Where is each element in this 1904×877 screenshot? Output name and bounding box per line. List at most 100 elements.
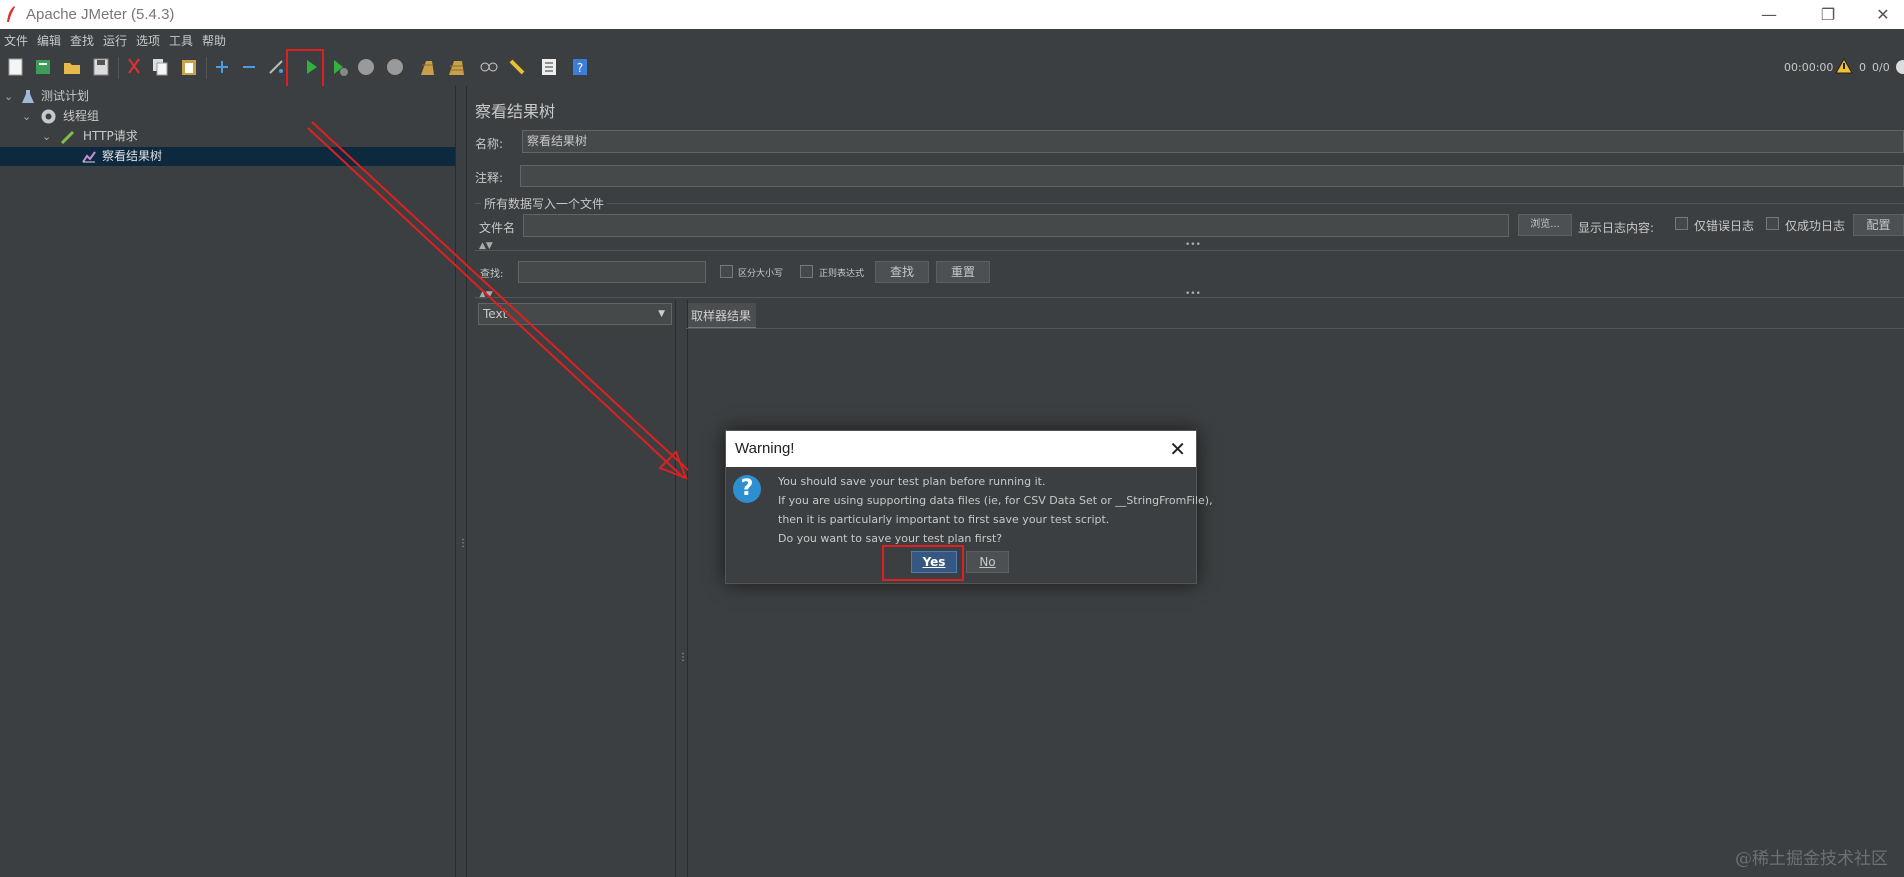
- yes-button-highlight: [882, 545, 964, 581]
- clear-all-icon[interactable]: [447, 57, 465, 77]
- minimize-button[interactable]: —: [1746, 0, 1792, 29]
- file-section-title: 所有数据写入一个文件: [481, 195, 608, 212]
- paste-icon[interactable]: [180, 57, 198, 77]
- divider: [475, 250, 1904, 251]
- watermark: @稀土掘金技术社区: [1735, 849, 1888, 869]
- menu-edit[interactable]: 编辑: [37, 32, 61, 49]
- chevron-down-icon[interactable]: ⌄: [4, 87, 14, 106]
- splitter-grip: ⋮: [458, 538, 468, 549]
- reset-button[interactable]: 重置: [936, 261, 990, 283]
- chevron-down-icon[interactable]: ⌄: [42, 127, 52, 146]
- close-icon[interactable]: ✕: [1169, 437, 1186, 461]
- expand-icon[interactable]: [213, 57, 231, 77]
- toolbar-separator: [118, 57, 119, 79]
- collapse-arrows-icon[interactable]: ▲▼: [479, 290, 493, 300]
- drag-handle-icon[interactable]: •••: [1185, 240, 1201, 250]
- close-window-button[interactable]: ✕: [1860, 0, 1904, 29]
- collapse-icon[interactable]: [240, 57, 258, 77]
- copy-icon[interactable]: [151, 57, 169, 77]
- regex-checkbox[interactable]: [800, 265, 813, 278]
- find-button[interactable]: 查找: [875, 261, 929, 283]
- cut-icon[interactable]: [125, 57, 143, 77]
- templates-icon[interactable]: [34, 57, 52, 77]
- search-label: 查找:: [480, 269, 504, 280]
- warning-count: 0: [1859, 61, 1866, 74]
- dialog-message-line: Do you want to save your test plan first…: [778, 532, 1003, 545]
- test-plan-tree: ⌄ 测试计划 ⌄ 线程组 ⌄ HTTP请求 察看结果树: [0, 86, 455, 877]
- success-only-checkbox[interactable]: [1766, 217, 1779, 230]
- dialog-message-line: If you are using supporting data files (…: [778, 494, 1213, 507]
- help-icon[interactable]: ?: [571, 57, 589, 77]
- svg-text:?: ?: [577, 61, 583, 75]
- elapsed-timer: 00:00:00: [1784, 61, 1834, 74]
- menu-file[interactable]: 文件: [4, 32, 28, 49]
- panel-title: 察看结果树: [475, 102, 556, 121]
- tree-item-test-plan[interactable]: ⌄ 测试计划: [0, 87, 455, 106]
- results-splitter[interactable]: ⋮: [675, 300, 688, 877]
- menu-run[interactable]: 运行: [103, 32, 127, 49]
- filename-label: 文件名: [479, 221, 516, 235]
- log-content-label: 显示日志内容:: [1578, 221, 1655, 235]
- filename-input[interactable]: [523, 214, 1509, 237]
- toolbar-separator: [206, 57, 207, 79]
- configure-button[interactable]: 配置: [1853, 214, 1904, 236]
- toggle-icon[interactable]: [267, 57, 285, 77]
- flask-icon: [22, 90, 34, 103]
- question-icon: ?: [733, 475, 761, 503]
- menu-options[interactable]: 选项: [136, 32, 160, 49]
- regex-label: 正则表达式: [819, 269, 865, 279]
- file-section-border: [475, 203, 1904, 204]
- tree-item-thread-group[interactable]: ⌄ 线程组: [0, 107, 455, 126]
- reset-search-icon[interactable]: [508, 57, 526, 77]
- warning-icon[interactable]: [1835, 58, 1853, 74]
- name-field[interactable]: 察看结果树: [522, 130, 1904, 153]
- no-button[interactable]: No: [966, 551, 1009, 573]
- gear-icon: [41, 109, 56, 124]
- shutdown-icon[interactable]: [386, 57, 404, 77]
- dialog-title-bar: Warning! ✕: [726, 431, 1196, 467]
- splitter-grip: ⋮: [678, 652, 688, 663]
- open-icon[interactable]: [63, 57, 81, 77]
- chart-icon: [82, 151, 96, 163]
- start-no-timers-icon[interactable]: [331, 57, 349, 77]
- save-icon[interactable]: [92, 57, 110, 77]
- tab-divider: [686, 328, 1904, 329]
- stop-icon[interactable]: [357, 57, 375, 77]
- dialog-message-line: You should save your test plan before ru…: [778, 475, 1046, 488]
- tree-item-http-request[interactable]: ⌄ HTTP请求: [0, 127, 455, 146]
- chevron-down-icon: ▼: [658, 309, 665, 319]
- comment-field[interactable]: [520, 165, 1904, 187]
- menu-search[interactable]: 查找: [70, 32, 94, 49]
- menu-help[interactable]: 帮助: [202, 32, 226, 49]
- renderer-select-value: Text: [483, 307, 508, 321]
- errors-only-label: 仅错误日志: [1694, 219, 1755, 233]
- clear-icon[interactable]: [418, 57, 436, 77]
- thread-count: 0/0: [1872, 61, 1890, 74]
- search-input[interactable]: [518, 261, 706, 283]
- menu-bar: 文件 编辑 查找 运行 选项 工具 帮助: [0, 29, 1904, 49]
- chevron-down-icon[interactable]: ⌄: [22, 107, 32, 126]
- main-splitter[interactable]: ⋮: [455, 86, 468, 877]
- remote-status-icon: [1896, 60, 1904, 74]
- tab-sampler-result[interactable]: 取样器结果: [688, 303, 756, 329]
- function-helper-icon[interactable]: [540, 57, 558, 77]
- pipette-icon: [61, 130, 75, 144]
- case-sensitive-label: 区分大小写: [738, 269, 784, 279]
- search-icon[interactable]: [480, 57, 498, 77]
- name-label: 名称:: [475, 137, 504, 151]
- new-icon[interactable]: [7, 57, 25, 77]
- title-bar: Apache JMeter (5.4.3) — ❐ ✕: [0, 0, 1904, 29]
- case-sensitive-checkbox[interactable]: [720, 265, 733, 278]
- errors-only-checkbox[interactable]: [1675, 217, 1688, 230]
- jmeter-logo-icon: [7, 6, 15, 22]
- dialog-title: Warning!: [735, 440, 795, 457]
- renderer-select[interactable]: Text ▼: [478, 303, 672, 325]
- comment-label: 注释:: [475, 171, 504, 185]
- divider: [475, 297, 1904, 298]
- tree-item-view-results-tree[interactable]: 察看结果树: [0, 147, 455, 166]
- success-only-label: 仅成功日志: [1785, 219, 1846, 233]
- menu-tools[interactable]: 工具: [169, 32, 193, 49]
- browse-button[interactable]: 浏览...: [1518, 214, 1572, 236]
- dialog-message-line: then it is particularly important to fir…: [778, 513, 1110, 526]
- restore-button[interactable]: ❐: [1805, 0, 1851, 29]
